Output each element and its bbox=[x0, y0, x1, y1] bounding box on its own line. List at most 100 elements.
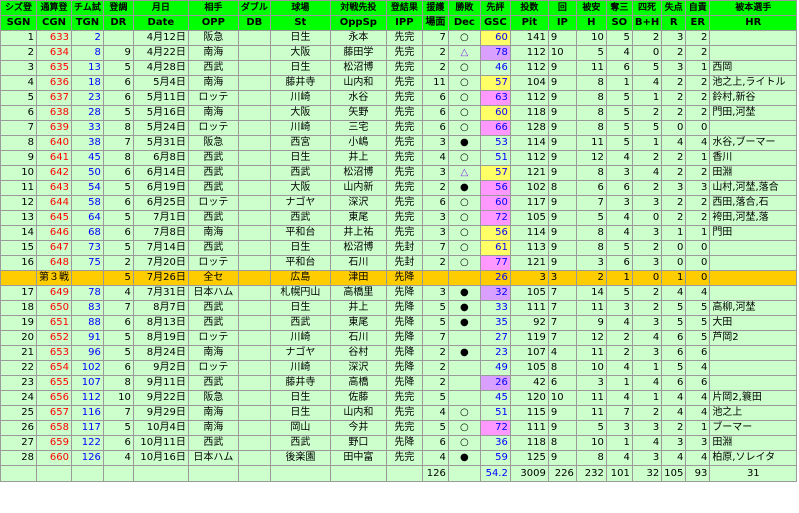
cell-ip: 9 bbox=[547, 165, 577, 181]
cell-bh: 2 bbox=[631, 105, 663, 121]
cell-st: 日生 bbox=[269, 240, 331, 256]
cell-bh: 2 bbox=[631, 285, 663, 301]
cell-cgn: 634 bbox=[36, 45, 72, 61]
cell-dec bbox=[447, 330, 481, 346]
cell-db bbox=[237, 405, 271, 421]
cell-pit: 119 bbox=[509, 330, 549, 346]
cell-ipp: 先完 bbox=[385, 135, 423, 151]
cell-db bbox=[237, 375, 271, 391]
table-row: 22 654 102 6 9月2日 ロッテ 川崎 深沢 先降 2 49 105 8 10 4 1 5 4 bbox=[0, 360, 798, 376]
cell-hr bbox=[709, 375, 798, 391]
cell-oppsp: 野口 bbox=[329, 435, 387, 451]
cell-dec: ● bbox=[447, 450, 481, 466]
cell-pit: 112 bbox=[509, 60, 549, 76]
cell-tgn: 91 bbox=[71, 330, 104, 346]
cell-so: 4 bbox=[605, 150, 633, 166]
cell-opp: 全セ bbox=[187, 270, 239, 286]
cell-ip: 9 bbox=[547, 60, 577, 76]
cell-st: 藤井寺 bbox=[269, 375, 331, 391]
cell-dr: 5 bbox=[102, 105, 134, 121]
cell-st: 岡山 bbox=[269, 420, 331, 436]
cell-sc: 6 bbox=[421, 435, 449, 451]
cell-dr: 6 bbox=[102, 225, 134, 241]
cell-bh: 0 bbox=[631, 210, 663, 226]
cell-ipp: 先降 bbox=[385, 315, 423, 331]
totals-hr: 31 bbox=[709, 465, 798, 482]
table-row: 27 659 122 6 10月11日 西武 西武 野口 先降 6 ○ 36 118 8 10 1 4 3 3 田淵 bbox=[0, 435, 798, 451]
cell-dec: ● bbox=[447, 180, 481, 196]
cell-opp: 西武 bbox=[187, 435, 239, 451]
cell-sgn: 26 bbox=[0, 420, 37, 436]
cell-sc: 5 bbox=[421, 300, 449, 316]
cell-pit: 102 bbox=[509, 180, 549, 196]
cell-tgn: 88 bbox=[71, 315, 104, 331]
cell-hr bbox=[709, 270, 798, 286]
cell-tgn: 33 bbox=[71, 120, 104, 136]
cell-sgn: 23 bbox=[0, 375, 37, 391]
cell-gsc: 56 bbox=[479, 225, 511, 241]
totals-tgn: 126 bbox=[421, 465, 449, 482]
cell-so: 5 bbox=[605, 105, 633, 121]
cell-h: 8 bbox=[575, 120, 607, 136]
cell-hr: 西田,落合,石 bbox=[709, 195, 798, 211]
cell-pit: 42 bbox=[509, 375, 549, 391]
cell-ip: 9 bbox=[547, 150, 577, 166]
table-row: 23 655 107 8 9月11日 西武 藤井寺 高橋 先降 2 26 42 6 3 1 4 6 6 bbox=[0, 375, 798, 391]
cell-h: 8 bbox=[575, 165, 607, 181]
cell-db bbox=[237, 120, 271, 136]
cell-h: 14 bbox=[575, 285, 607, 301]
cell-gsc: 61 bbox=[479, 240, 511, 256]
cell-dr: 9 bbox=[102, 45, 134, 61]
cell-opp: ロッテ bbox=[187, 255, 239, 271]
cell-oppsp: 石川 bbox=[329, 330, 387, 346]
cell-st: 日生 bbox=[269, 60, 331, 76]
table-body: 1 633 2 4月12日 阪急 日生 永本 先完 7 ○ 60 141 9 10 5 2 3 2 2 634 8 9 4月… bbox=[0, 30, 798, 466]
cell-ipp: 先封 bbox=[385, 240, 423, 256]
cell-r: 2 bbox=[661, 90, 687, 106]
cell-oppsp: 谷村 bbox=[329, 345, 387, 361]
cell-hr bbox=[709, 240, 798, 256]
cell-h: 8 bbox=[575, 90, 607, 106]
cell-h: 11 bbox=[575, 405, 607, 421]
cell-date: 7月20日 bbox=[132, 255, 189, 271]
cell-sc: 5 bbox=[421, 420, 449, 436]
cell-dec: ○ bbox=[447, 240, 481, 256]
cell-date: 10月4日 bbox=[132, 420, 189, 436]
cell-sgn bbox=[0, 270, 37, 286]
totals-row: 126 54.2 3009 226 232 101 32 105 93 31 bbox=[0, 465, 798, 482]
cell-ip: 8 bbox=[547, 435, 577, 451]
cell-r: 1 bbox=[661, 270, 687, 286]
cell-dr: 6 bbox=[102, 165, 134, 181]
cell-opp: 阪急 bbox=[187, 30, 239, 46]
cell-ipp: 先完 bbox=[385, 45, 423, 61]
header-top-cell: 被安 bbox=[575, 0, 607, 16]
cell-oppsp: 深沢 bbox=[329, 360, 387, 376]
cell-r: 3 bbox=[661, 180, 687, 196]
cell-ip: 8 bbox=[547, 180, 577, 196]
cell-er: 5 bbox=[685, 300, 711, 316]
cell-sc: 5 bbox=[421, 390, 449, 406]
cell-st: ナゴヤ bbox=[269, 195, 331, 211]
cell-db bbox=[237, 345, 271, 361]
cell-sgn: 1 bbox=[0, 30, 37, 46]
cell-h: 8 bbox=[575, 75, 607, 91]
cell-er: 3 bbox=[685, 180, 711, 196]
cell-hr: 西岡 bbox=[709, 60, 798, 76]
cell-ipp: 先完 bbox=[385, 225, 423, 241]
cell-bh: 4 bbox=[631, 165, 663, 181]
cell-sc: 3 bbox=[421, 285, 449, 301]
cell-er: 6 bbox=[685, 375, 711, 391]
cell-cgn: 636 bbox=[36, 75, 72, 91]
cell-sc: 2 bbox=[421, 60, 449, 76]
header-bottom-cell: H bbox=[575, 15, 607, 31]
cell-oppsp: 高橋里 bbox=[329, 285, 387, 301]
cell-r: 4 bbox=[661, 390, 687, 406]
cell-cgn: 653 bbox=[36, 345, 72, 361]
cell-sc: 3 bbox=[421, 165, 449, 181]
cell-ip: 9 bbox=[547, 420, 577, 436]
cell-dec: ○ bbox=[447, 60, 481, 76]
cell-pit: 114 bbox=[509, 135, 549, 151]
cell-h: 3 bbox=[575, 375, 607, 391]
cell-hr: 田淵 bbox=[709, 165, 798, 181]
cell-gsc: 63 bbox=[479, 90, 511, 106]
